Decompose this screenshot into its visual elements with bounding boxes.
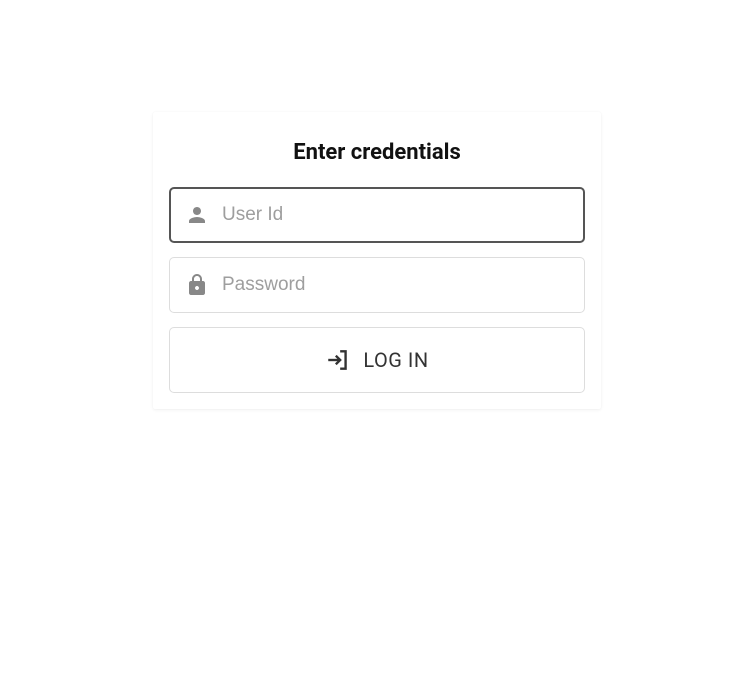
login-button[interactable]: LOG IN: [169, 327, 585, 393]
login-card: Enter credentials LOG IN: [153, 112, 601, 409]
user-id-field-wrapper[interactable]: [169, 187, 585, 243]
login-button-label: LOG IN: [363, 348, 428, 372]
password-field-wrapper[interactable]: [169, 257, 585, 313]
person-icon: [184, 202, 210, 228]
user-id-input[interactable]: [222, 204, 570, 226]
password-input[interactable]: [222, 274, 570, 296]
card-title: Enter credentials: [169, 140, 585, 165]
lock-icon: [184, 272, 210, 298]
login-icon: [325, 347, 351, 373]
